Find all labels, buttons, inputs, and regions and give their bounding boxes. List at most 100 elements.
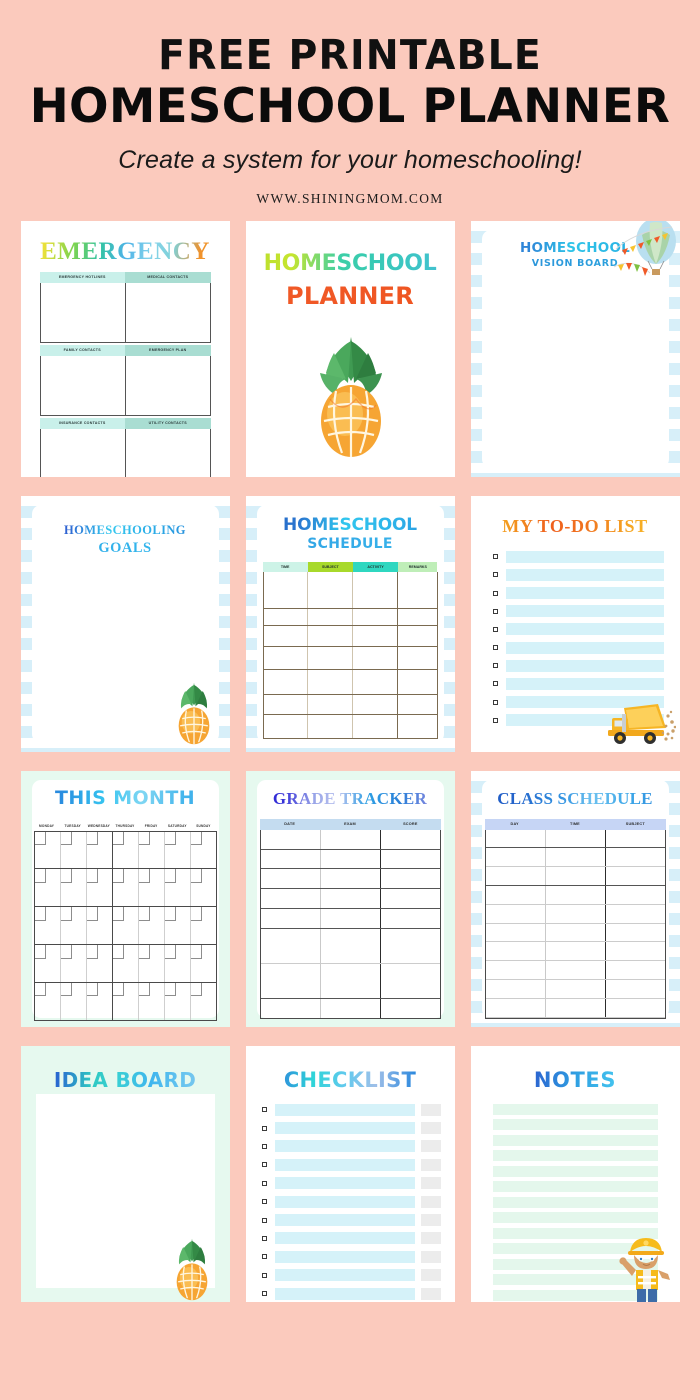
calendar-day-cell[interactable] [138,982,165,1020]
write-line[interactable] [274,1103,415,1116]
list-item[interactable] [261,1250,441,1263]
calendar-day-cell[interactable] [190,982,216,1020]
table-row[interactable] [39,428,211,477]
status-box[interactable] [420,1287,441,1300]
table-row[interactable] [485,904,665,924]
write-line[interactable] [505,568,664,581]
table-row[interactable] [263,608,437,626]
list-item[interactable] [492,568,664,581]
write-line[interactable] [274,1195,415,1208]
write-line[interactable] [274,1269,415,1282]
calendar-day-cell[interactable] [138,907,165,945]
status-box[interactable] [420,1158,441,1171]
table-row[interactable] [263,571,437,609]
table-row[interactable] [485,848,665,868]
calendar-day-cell[interactable] [190,907,216,944]
write-line[interactable] [492,1134,658,1146]
table-row[interactable] [263,694,437,715]
cell[interactable] [126,356,210,415]
list-item[interactable] [492,659,664,672]
calendar-day-cell[interactable] [164,982,191,1020]
table-row[interactable] [260,928,440,964]
calendar-day-cell[interactable] [138,831,165,869]
list-item[interactable] [261,1177,441,1190]
write-line[interactable] [492,1196,658,1208]
write-line[interactable] [492,1103,658,1115]
status-box[interactable] [420,1177,441,1190]
list-item[interactable] [492,677,664,690]
calendar-week-row[interactable] [34,869,216,908]
cell[interactable] [126,283,210,342]
write-line[interactable] [274,1232,415,1245]
calendar-day-cell[interactable] [34,869,61,907]
checkbox-icon[interactable] [492,608,498,614]
table-row[interactable] [485,961,665,981]
list-item[interactable] [261,1232,441,1245]
write-line[interactable] [505,677,664,690]
planner-page-schedule[interactable]: HOMESCHOOL SCHEDULE TIME SUBJECT ACTIVIT… [245,495,455,752]
calendar-week-row[interactable] [34,831,216,870]
calendar-day-cell[interactable] [164,831,191,869]
checkbox-icon[interactable] [492,681,498,687]
table-row[interactable] [263,669,437,695]
calendar-day-cell[interactable] [112,945,139,982]
calendar-day-cell[interactable] [112,869,139,907]
checkbox-icon[interactable] [492,663,498,669]
write-line[interactable] [505,659,664,672]
list-item[interactable] [261,1195,441,1208]
checkbox-icon[interactable] [261,1107,267,1113]
write-line[interactable] [492,1212,658,1224]
calendar-day-cell[interactable] [190,945,216,982]
planner-page-checklist[interactable]: CHECKLIST [245,1045,455,1302]
calendar-day-cell[interactable] [112,982,139,1020]
write-line[interactable] [492,1181,658,1193]
checkbox-icon[interactable] [492,626,498,632]
checkbox-icon[interactable] [261,1162,267,1168]
calendar-day-cell[interactable] [112,907,139,945]
table-row[interactable] [260,869,440,890]
cell[interactable] [41,355,126,415]
write-line[interactable] [274,1140,415,1153]
checkbox-icon[interactable] [492,717,498,723]
checkbox-icon[interactable] [261,1217,267,1223]
write-line[interactable] [274,1250,415,1263]
planner-page-cover[interactable]: HOMESCHOOL PLANNER [245,220,455,477]
status-box[interactable] [420,1195,441,1208]
table-row[interactable] [39,282,211,343]
cell[interactable] [126,429,210,477]
table-row[interactable] [260,849,440,870]
table-row[interactable] [485,998,665,1018]
write-line[interactable] [492,1150,658,1162]
calendar-day-cell[interactable] [86,982,113,1020]
list-item[interactable] [492,550,664,563]
table-row[interactable] [261,998,440,1018]
calendar-week-row[interactable] [34,945,216,983]
list-item[interactable] [492,623,664,636]
calendar-day-cell[interactable] [60,831,87,869]
cell[interactable] [41,428,126,477]
list-item[interactable] [261,1158,441,1171]
write-line[interactable] [492,1119,658,1131]
status-box[interactable] [420,1232,441,1245]
list-item[interactable] [261,1214,441,1227]
checkbox-icon[interactable] [261,1199,267,1205]
table-row[interactable] [263,646,437,670]
calendar-day-cell[interactable] [86,945,113,982]
checkbox-icon[interactable] [492,699,498,705]
calendar-day-cell[interactable] [34,982,61,1020]
table-row[interactable] [485,980,665,999]
calendar-day-cell[interactable] [138,945,165,982]
table-row[interactable] [260,829,440,850]
planner-page-grade-tracker[interactable]: GRADE TRACKER DATE EXAM SCORE [245,770,455,1027]
status-box[interactable] [420,1214,441,1227]
checkbox-icon[interactable] [261,1180,267,1186]
calendar-week-row[interactable] [34,907,216,946]
write-line[interactable] [274,1214,415,1227]
list-item[interactable] [261,1103,441,1116]
calendar-day-cell[interactable] [86,869,113,907]
list-item[interactable] [261,1269,441,1282]
checkbox-icon[interactable] [261,1254,267,1260]
calendar-day-cell[interactable] [60,869,87,907]
calendar-week-row[interactable] [34,982,216,1020]
calendar-day-cell[interactable] [164,869,191,907]
